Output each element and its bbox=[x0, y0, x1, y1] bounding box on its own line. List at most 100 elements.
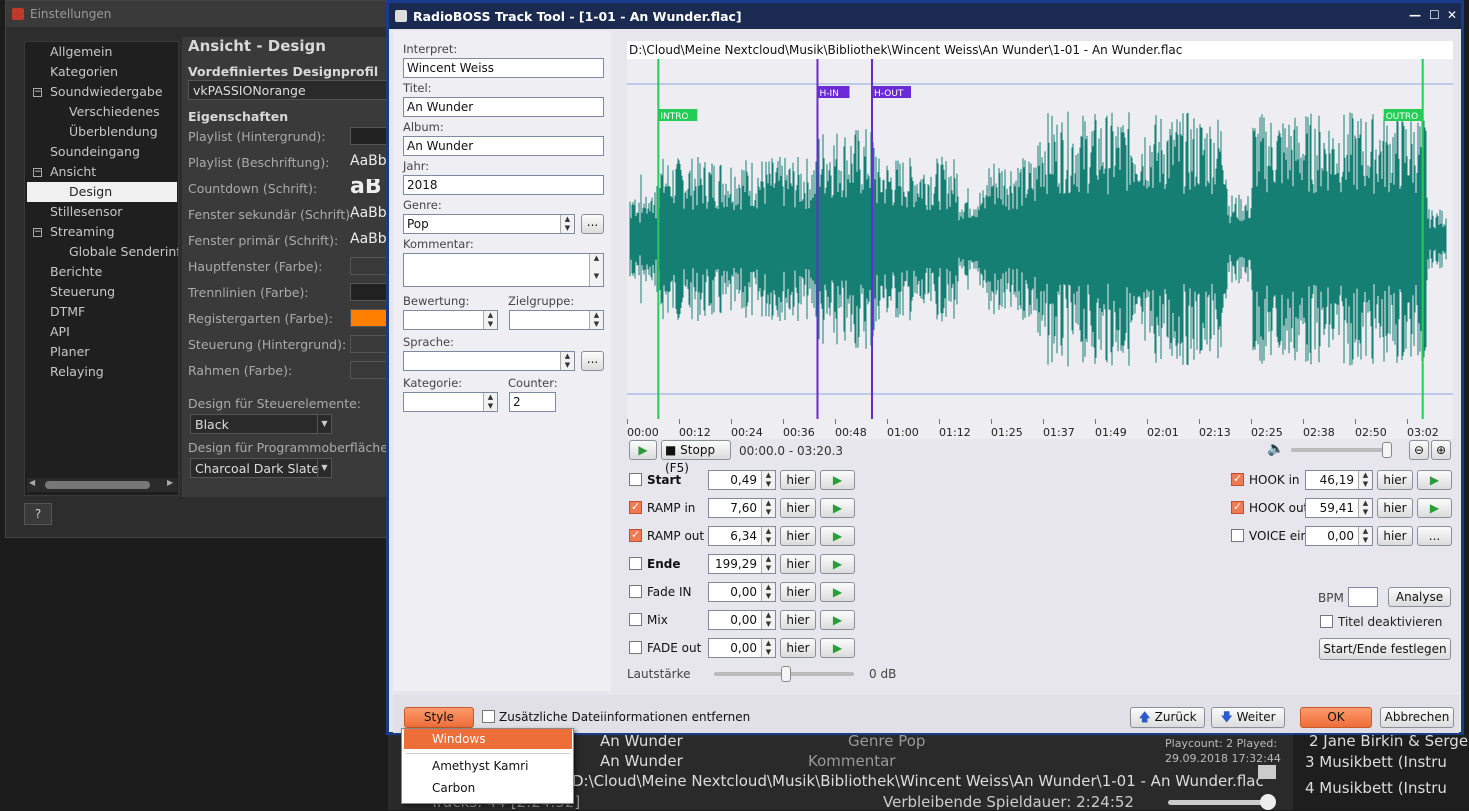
updown-icon[interactable]: ▲ ▼ bbox=[761, 555, 775, 573]
play-button[interactable]: ▶ bbox=[629, 440, 657, 460]
counter-input[interactable]: 2 bbox=[509, 392, 556, 412]
hier-button[interactable]: hier bbox=[780, 554, 816, 574]
sidebar-item[interactable]: DTMF bbox=[25, 302, 85, 322]
cue-play-button[interactable]: ▶ bbox=[820, 582, 855, 602]
cue-value-input[interactable]: 0,00 ▲ ▼ bbox=[708, 582, 776, 602]
cue-play-button[interactable]: ▶ bbox=[820, 470, 855, 490]
kategorie-combo[interactable]: ▲ ▼ bbox=[403, 392, 498, 412]
cue-value-input[interactable]: 7,60 ▲ ▼ bbox=[708, 498, 776, 518]
controls-design-combo[interactable]: Black ▼ bbox=[190, 414, 332, 434]
updown-icon[interactable]: ▲ ▼ bbox=[761, 639, 775, 657]
preview-volume-slider[interactable] bbox=[1291, 448, 1391, 452]
sidebar-item[interactable]: Allgemein bbox=[25, 42, 112, 62]
cue-checkbox[interactable] bbox=[629, 528, 642, 542]
zurueck-button[interactable]: 🡅 Zurück bbox=[1130, 707, 1205, 728]
cue-checkbox[interactable] bbox=[629, 500, 642, 514]
style-menu-item-amethyst[interactable]: Amethyst Kamri bbox=[404, 756, 572, 776]
waveform-view[interactable]: INTRO H-IN H-OUT OUTRO bbox=[627, 59, 1453, 419]
cue-play-button[interactable]: ▶ bbox=[820, 526, 855, 546]
updown-icon[interactable]: ▲ ▼ bbox=[560, 215, 574, 233]
lautstaerke-knob[interactable] bbox=[781, 666, 791, 682]
ok-button[interactable]: OK bbox=[1300, 707, 1372, 728]
hier-button[interactable]: hier bbox=[780, 526, 816, 546]
hier-button[interactable]: hier bbox=[1377, 526, 1413, 546]
maximize-icon[interactable]: ☐ bbox=[1429, 8, 1440, 22]
sidebar-item[interactable]: Steuerung bbox=[25, 282, 115, 302]
sprache-combo[interactable]: ▲ ▼ bbox=[403, 351, 575, 371]
player-volume-slider[interactable] bbox=[1168, 800, 1273, 805]
help-button[interactable]: ? bbox=[24, 503, 52, 525]
analyse-button[interactable]: Analyse bbox=[1388, 587, 1451, 607]
cue-checkbox[interactable] bbox=[1231, 472, 1244, 486]
sidebar-item[interactable]: Planer bbox=[25, 342, 89, 362]
cue-play-button[interactable]: ▶ bbox=[1417, 470, 1452, 490]
cue-play-button[interactable]: ▶ bbox=[820, 554, 855, 574]
updown-icon[interactable]: ▲ ▼ bbox=[761, 471, 775, 489]
style-menu-item-carbon[interactable]: Carbon bbox=[404, 778, 572, 798]
font-sample[interactable]: AaBb bbox=[350, 153, 390, 171]
updown-icon[interactable]: ▲ ▼ bbox=[761, 499, 775, 517]
updown-icon[interactable]: ▲ ▼ bbox=[1358, 499, 1372, 517]
font-sample[interactable]: AaBb bbox=[350, 231, 390, 249]
cue-play-button[interactable]: ▶ bbox=[820, 498, 855, 518]
color-swatch[interactable] bbox=[350, 257, 390, 275]
color-swatch[interactable] bbox=[350, 335, 390, 353]
sprache-more-button[interactable]: ... bbox=[581, 351, 604, 371]
cue-value-input[interactable]: 0,49 ▲ ▼ bbox=[708, 470, 776, 490]
cue-checkbox[interactable] bbox=[629, 557, 642, 570]
cue-checkbox[interactable] bbox=[629, 473, 642, 486]
cue-value-input[interactable]: 6,34 ▲ ▼ bbox=[708, 526, 776, 546]
style-button[interactable]: Style bbox=[404, 707, 474, 728]
color-swatch[interactable] bbox=[350, 127, 390, 145]
start-ende-festlegen-button[interactable]: Start/Ende festlegen bbox=[1319, 638, 1451, 660]
weiter-button[interactable]: 🡇 Weiter bbox=[1211, 707, 1285, 728]
album-input[interactable]: An Wunder bbox=[403, 136, 604, 156]
sidebar-item[interactable]: Berichte bbox=[25, 262, 102, 282]
updown-icon[interactable]: ▲ ▼ bbox=[1358, 527, 1372, 545]
cue-play-button[interactable]: ▶ bbox=[820, 638, 855, 658]
kommentar-input[interactable]: ▲ ▼ bbox=[403, 253, 604, 287]
scroll-right-icon[interactable]: ▶ bbox=[167, 478, 173, 487]
more-button[interactable]: ... bbox=[1417, 526, 1452, 546]
cue-checkbox[interactable] bbox=[1231, 500, 1244, 514]
sidebar-item[interactable]: API bbox=[25, 322, 70, 342]
hier-button[interactable]: hier bbox=[1377, 470, 1413, 490]
cue-play-button[interactable]: ▶ bbox=[820, 610, 855, 630]
minimize-icon[interactable]: — bbox=[1409, 8, 1421, 22]
extra-info-checkbox[interactable] bbox=[482, 710, 495, 723]
player-expand-icon[interactable] bbox=[1258, 765, 1276, 779]
zoom-out-button[interactable]: ⊖ bbox=[1409, 440, 1429, 460]
style-menu-item-windows[interactable]: Windows bbox=[404, 729, 572, 749]
settings-tree[interactable]: Allgemein Kategorien Soundwiedergabe − Versc… bbox=[24, 41, 179, 496]
hier-button[interactable]: hier bbox=[780, 470, 816, 490]
profile-combo[interactable]: vkPASSIONorange bbox=[188, 80, 392, 100]
sidebar-item[interactable]: Relaying bbox=[25, 362, 104, 382]
color-swatch[interactable] bbox=[350, 361, 390, 379]
waveform-svg[interactable]: INTRO H-IN H-OUT OUTRO bbox=[627, 59, 1453, 419]
hier-button[interactable]: hier bbox=[780, 638, 816, 658]
bpm-input[interactable] bbox=[1348, 587, 1378, 607]
tree-hscrollbar[interactable]: ◀ ▶ bbox=[27, 478, 177, 492]
sidebar-item[interactable]: Stillesensor bbox=[25, 202, 122, 222]
updown-icon[interactable]: ▲ ▼ bbox=[761, 527, 775, 545]
sidebar-item[interactable]: Design bbox=[27, 182, 177, 202]
interpret-input[interactable]: Wincent Weiss bbox=[403, 58, 604, 78]
updown-icon[interactable]: ▲ ▼ bbox=[1358, 471, 1372, 489]
scrollbar-thumb[interactable] bbox=[45, 481, 150, 489]
cue-play-button[interactable]: ▶ bbox=[1417, 498, 1452, 518]
jahr-input[interactable]: 2018 bbox=[403, 175, 604, 195]
color-swatch[interactable] bbox=[350, 283, 390, 301]
updown-icon[interactable]: ▲ ▼ bbox=[761, 611, 775, 629]
genre-more-button[interactable]: ... bbox=[581, 214, 604, 234]
sidebar-item[interactable]: Soundwiedergabe bbox=[25, 82, 163, 102]
sidebar-item[interactable]: Überblendung bbox=[25, 122, 158, 142]
cue-value-input[interactable]: 46,19 ▲ ▼ bbox=[1305, 470, 1373, 490]
collapse-icon[interactable]: − bbox=[33, 168, 42, 177]
cue-value-input[interactable]: 0,00 ▲ ▼ bbox=[1305, 526, 1373, 546]
bewertung-combo[interactable]: ▲ ▼ bbox=[403, 310, 498, 330]
cue-value-input[interactable]: 199,29 ▲ ▼ bbox=[708, 554, 776, 574]
hier-button[interactable]: hier bbox=[780, 610, 816, 630]
color-swatch[interactable] bbox=[350, 309, 390, 327]
cue-checkbox[interactable] bbox=[1231, 529, 1244, 542]
stop-button[interactable]: ■ Stopp (F5) bbox=[661, 440, 731, 475]
